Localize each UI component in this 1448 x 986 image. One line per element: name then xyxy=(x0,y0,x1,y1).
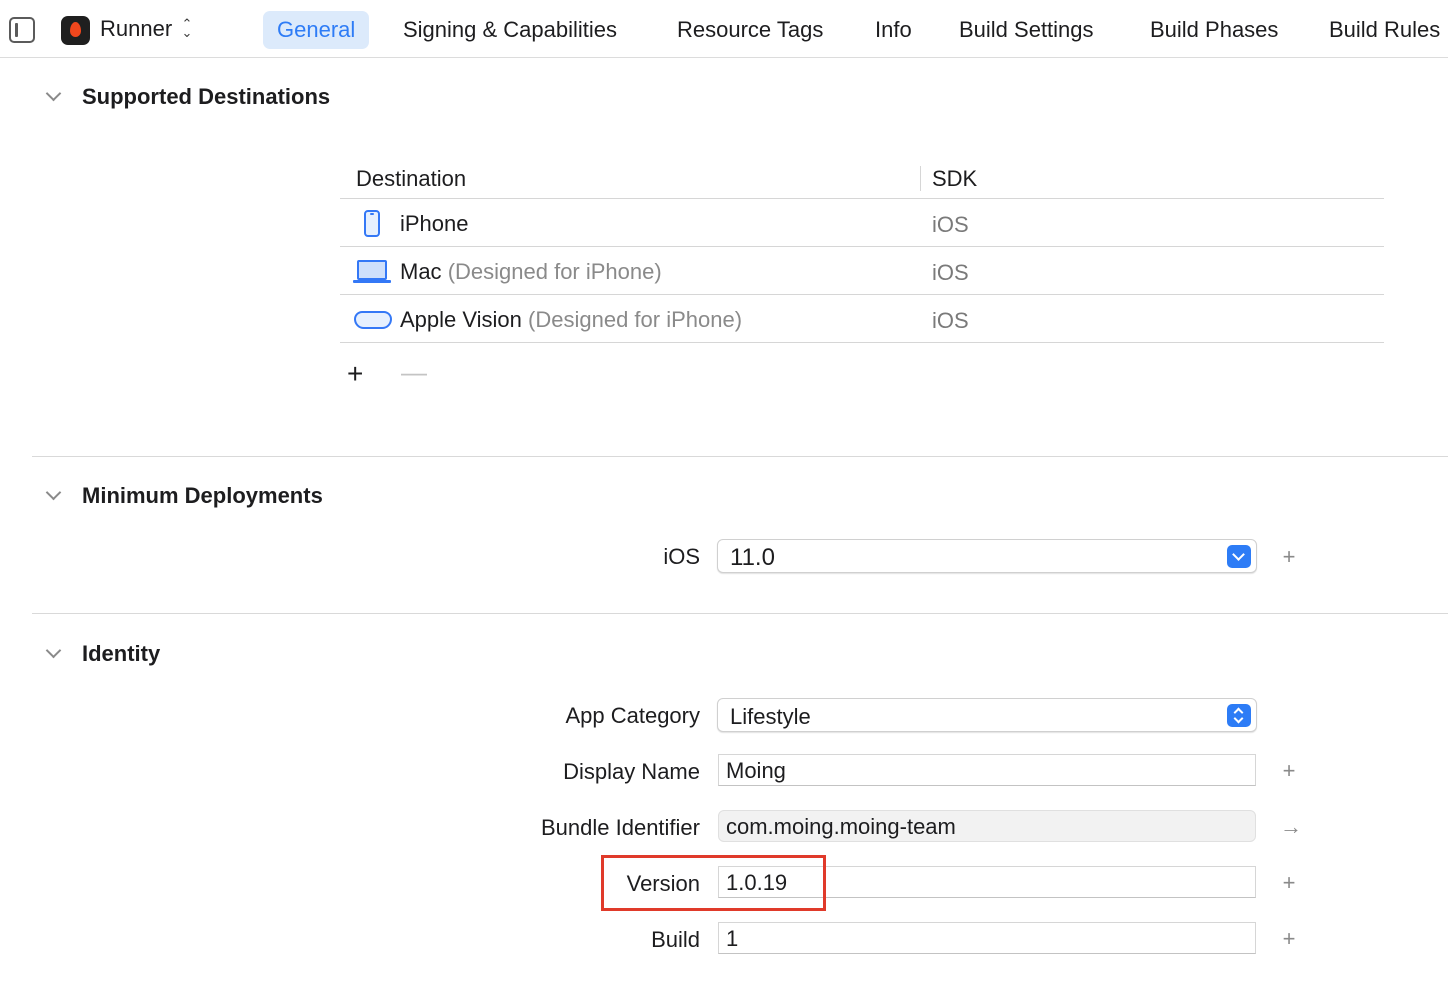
tab-signing-capabilities[interactable]: Signing & Capabilities xyxy=(403,11,617,49)
target-selector[interactable]: Runner xyxy=(100,16,172,42)
remove-destination-button[interactable]: — xyxy=(401,358,427,386)
section-title-identity: Identity xyxy=(82,641,161,666)
app-category-popup[interactable]: Lifestyle xyxy=(717,698,1257,732)
add-display-name-button[interactable]: + xyxy=(1280,760,1298,782)
add-version-button[interactable]: + xyxy=(1280,872,1298,894)
display-name-field[interactable]: Moing xyxy=(718,754,1256,786)
column-divider xyxy=(920,166,921,191)
destinations-table: Destination SDK iPhone iOS Mac (Designed… xyxy=(340,160,1384,343)
bundle-identifier-label: Bundle Identifier xyxy=(541,815,700,840)
destination-sdk: iOS xyxy=(932,308,969,333)
build-label: Build xyxy=(651,927,700,952)
destination-name: Mac xyxy=(400,259,442,284)
app-category-label: App Category xyxy=(565,703,700,728)
vision-pro-icon xyxy=(354,311,392,329)
app-category-value: Lifestyle xyxy=(730,704,811,729)
add-deployment-button[interactable]: + xyxy=(1280,546,1298,568)
ios-deployment-value: 11.0 xyxy=(730,544,775,571)
chevron-updown-icon[interactable]: ⌃ ⌄ xyxy=(181,17,193,39)
chevron-down-icon[interactable] xyxy=(44,487,64,507)
chevron-down-icon[interactable] xyxy=(44,645,64,665)
destination-name: iPhone xyxy=(400,211,469,236)
bundle-identifier-field[interactable]: com.moing.moing-team xyxy=(718,810,1256,842)
destination-sdk: iOS xyxy=(932,212,969,237)
destination-note: (Designed for iPhone) xyxy=(447,259,662,284)
sidebar-toggle-icon[interactable] xyxy=(9,17,35,43)
section-title-minimum-deployments: Minimum Deployments xyxy=(82,483,323,508)
mac-icon xyxy=(353,260,391,283)
table-header: Destination SDK xyxy=(340,160,1384,199)
ios-label: iOS xyxy=(663,544,700,569)
tab-build-rules[interactable]: Build Rules xyxy=(1329,11,1440,49)
version-highlight-box xyxy=(601,855,826,911)
add-build-button[interactable]: + xyxy=(1280,928,1298,950)
tab-general[interactable]: General xyxy=(263,11,370,49)
tab-build-settings[interactable]: Build Settings xyxy=(959,11,1094,49)
iphone-icon xyxy=(364,210,380,237)
app-icon xyxy=(61,16,90,45)
column-header-destination[interactable]: Destination xyxy=(356,166,466,192)
tab-resource-tags[interactable]: Resource Tags xyxy=(677,11,823,49)
tab-info[interactable]: Info xyxy=(875,11,912,49)
destination-name: Apple Vision xyxy=(400,307,522,332)
add-destination-button[interactable]: + xyxy=(347,360,363,388)
chevron-down-icon xyxy=(1227,545,1251,568)
table-row[interactable]: iPhone iOS xyxy=(340,199,1384,247)
destination-note: (Designed for iPhone) xyxy=(528,307,743,332)
section-divider xyxy=(32,456,1448,457)
ios-deployment-popup[interactable]: 11.0 xyxy=(717,539,1257,573)
chevron-updown-icon xyxy=(1227,704,1251,727)
display-name-label: Display Name xyxy=(563,759,700,784)
tab-build-phases[interactable]: Build Phases xyxy=(1150,11,1278,49)
editor-toolbar: Runner ⌃ ⌄ General Signing & Capabilities… xyxy=(0,0,1448,58)
arrow-right-icon[interactable]: → xyxy=(1280,816,1302,838)
chevron-down-icon[interactable] xyxy=(44,88,64,108)
build-field[interactable]: 1 xyxy=(718,922,1256,954)
column-header-sdk[interactable]: SDK xyxy=(932,166,977,192)
section-title-supported-destinations: Supported Destinations xyxy=(82,84,331,109)
section-divider xyxy=(32,613,1448,614)
table-row[interactable]: Mac (Designed for iPhone) iOS xyxy=(340,247,1384,295)
destination-sdk: iOS xyxy=(932,260,969,285)
table-row[interactable]: Apple Vision (Designed for iPhone) iOS xyxy=(340,295,1384,343)
